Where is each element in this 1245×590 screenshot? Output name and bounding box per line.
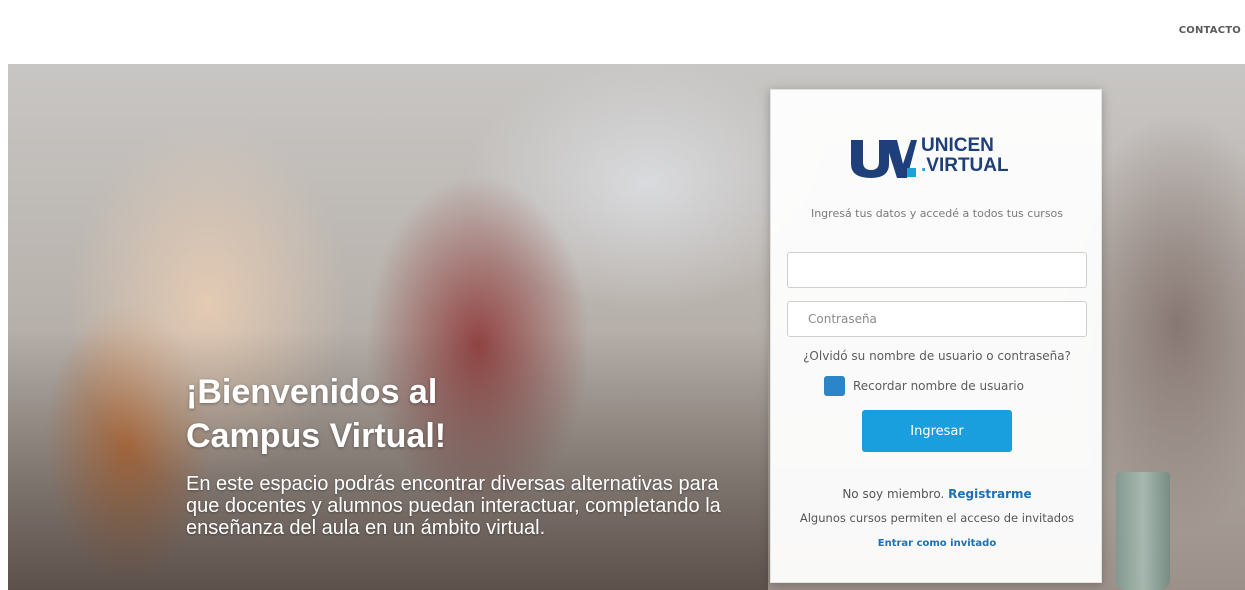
signup-row: No soy miembro. Registrarme <box>771 487 1103 501</box>
guest-access-info: Algunos cursos permiten el acceso de inv… <box>799 511 1075 525</box>
signup-text: No soy miembro. <box>842 487 945 501</box>
logo-wordmark: UNICEN .VIRTUAL <box>921 135 1009 176</box>
remember-username-label: Recordar nombre de usuario <box>853 379 1024 393</box>
login-button[interactable]: Ingresar <box>862 410 1012 452</box>
remember-username-checkbox[interactable] <box>824 376 845 396</box>
forgot-credentials-link[interactable]: ¿Olvidó su nombre de usuario o contraseñ… <box>771 349 1103 363</box>
hero-description: En este espacio podrás encontrar diversa… <box>186 473 721 539</box>
password-input[interactable] <box>787 301 1087 337</box>
hero-title: ¡Bienvenidos al Campus Virtual! <box>186 373 447 455</box>
contact-link[interactable]: CONTACTO <box>1179 25 1241 36</box>
register-link[interactable]: Registrarme <box>948 487 1032 501</box>
login-panel: UNICEN .VIRTUAL Ingresá tus datos y acce… <box>770 89 1102 583</box>
remember-username-row: Recordar nombre de usuario <box>824 376 1024 396</box>
uv-logo-icon <box>851 140 917 178</box>
top-navbar: CONTACTO <box>0 0 1245 64</box>
login-intro-text: Ingresá tus datos y accedé a todos tus c… <box>810 207 1064 220</box>
guest-login-link[interactable]: Entrar como invitado <box>771 538 1103 549</box>
unicen-virtual-logo: UNICEN .VIRTUAL <box>849 134 1039 184</box>
username-input[interactable] <box>787 252 1087 288</box>
coffee-mug-image <box>1116 472 1170 590</box>
